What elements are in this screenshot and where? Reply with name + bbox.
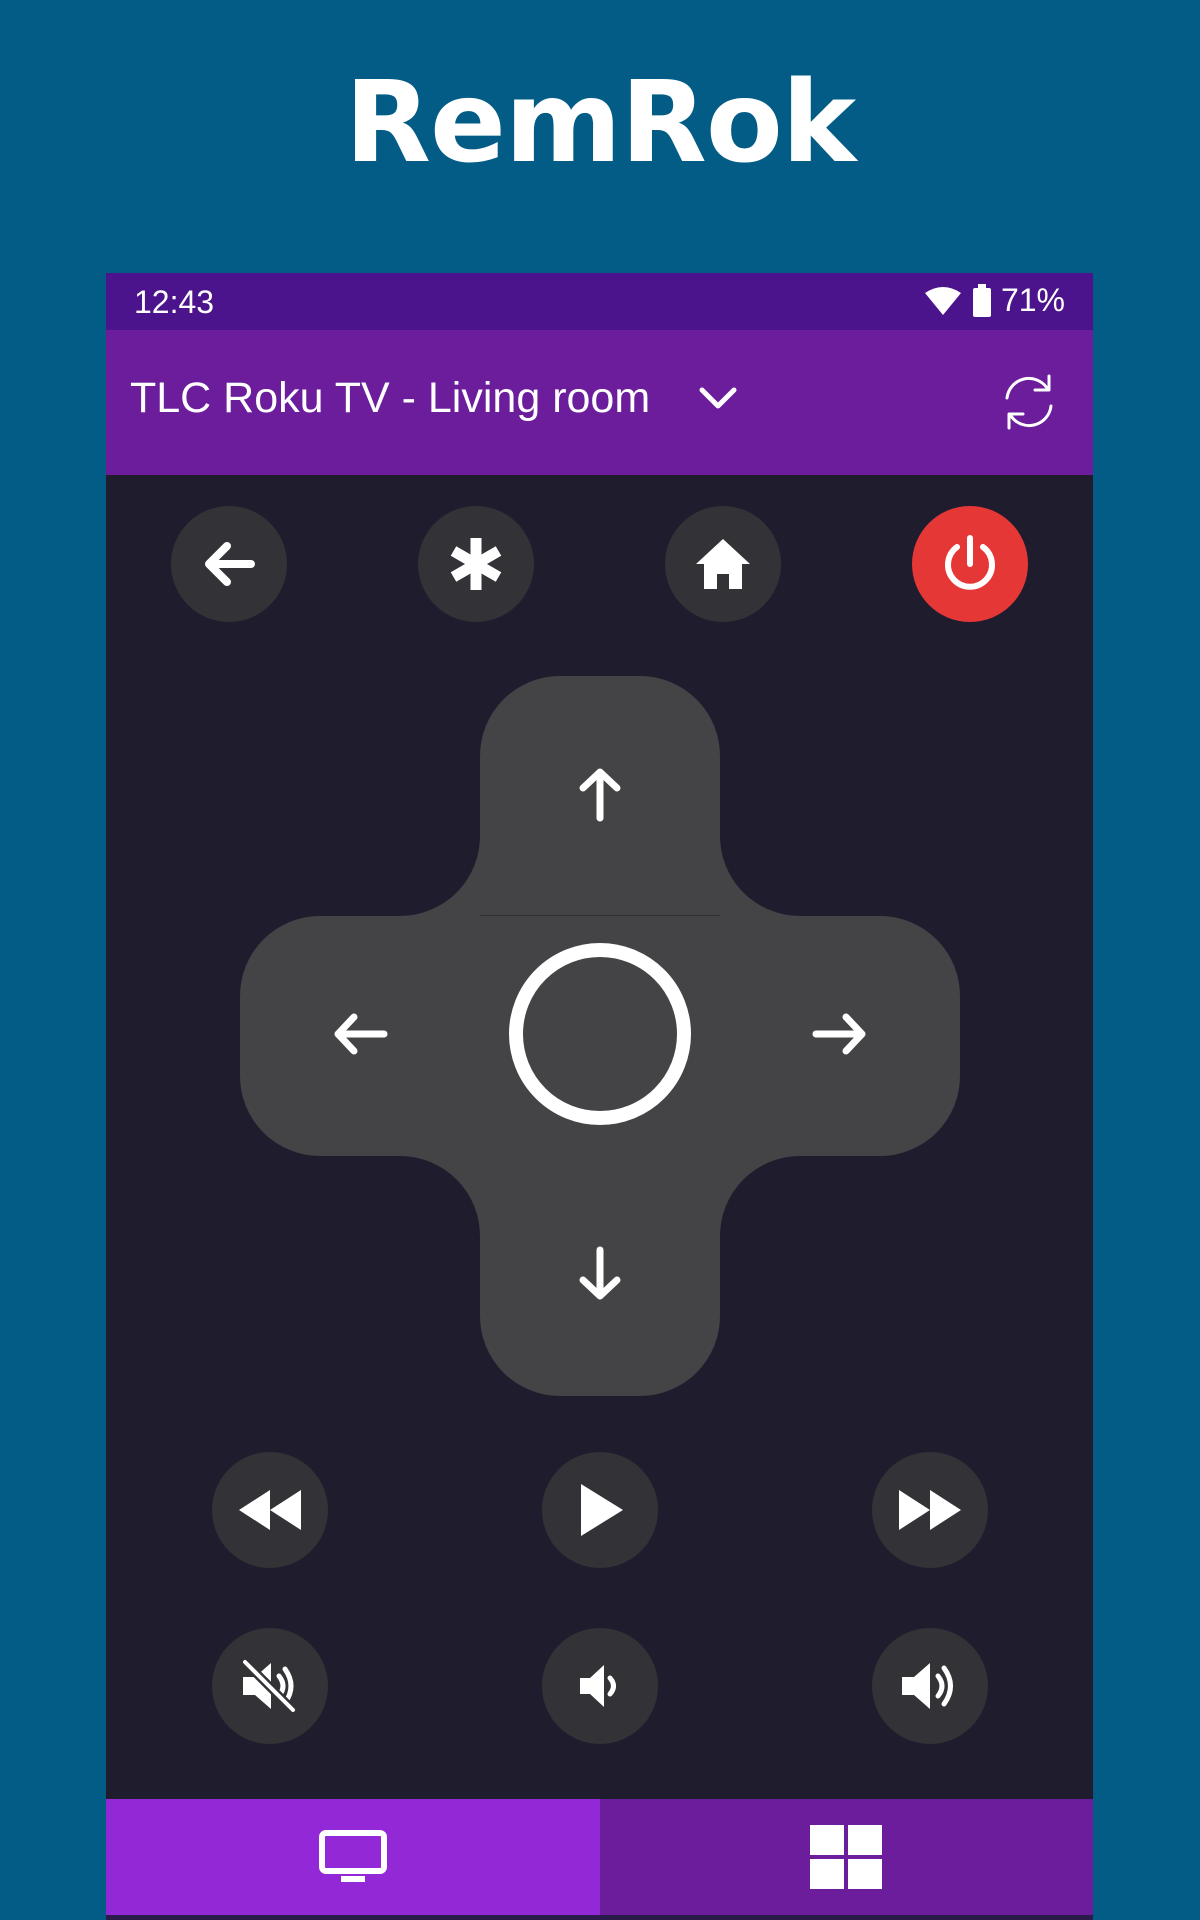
options-button[interactable] <box>418 506 534 622</box>
fast-forward-icon <box>897 1488 963 1532</box>
back-button[interactable] <box>171 506 287 622</box>
home-button[interactable] <box>665 506 781 622</box>
tab-remote[interactable] <box>106 1799 600 1920</box>
left-arrow-icon <box>332 1009 388 1064</box>
bottom-nav <box>106 1799 1093 1920</box>
dpad-left-button[interactable] <box>240 916 480 1156</box>
asterisk-icon <box>446 534 506 594</box>
grid-icon <box>810 1825 883 1894</box>
rewind-button[interactable] <box>212 1452 328 1568</box>
dpad-down-button[interactable] <box>480 1156 720 1396</box>
up-arrow-icon <box>575 766 625 827</box>
ok-circle-icon <box>505 939 695 1134</box>
promo-title: RemRok <box>344 58 857 188</box>
dpad-right-button[interactable] <box>720 916 960 1156</box>
volume-down-icon <box>578 1661 622 1711</box>
play-button[interactable] <box>542 1452 658 1568</box>
app-bar: TLC Roku TV - Living room <box>106 330 1093 475</box>
status-icons: 71% <box>923 282 1065 319</box>
chevron-down-icon <box>698 374 738 423</box>
back-arrow-icon <box>201 540 257 588</box>
mute-button[interactable] <box>212 1628 328 1744</box>
refresh-button[interactable] <box>999 372 1059 432</box>
volume-down-button[interactable] <box>542 1628 658 1744</box>
phone-screen: 12:43 71% TLC Roku TV - Living room <box>106 273 1093 1920</box>
volume-up-icon <box>900 1658 960 1714</box>
tv-icon <box>318 1830 387 1889</box>
device-selector[interactable]: TLC Roku TV - Living room <box>130 374 738 423</box>
device-name: TLC Roku TV - Living room <box>130 374 651 422</box>
down-arrow-icon <box>575 1246 625 1307</box>
battery-percent: 71% <box>1000 282 1065 318</box>
mute-icon <box>239 1658 301 1714</box>
right-arrow-icon <box>812 1009 868 1064</box>
battery-icon <box>971 283 993 318</box>
refresh-icon <box>999 374 1059 436</box>
status-bar: 12:43 71% <box>106 273 1093 330</box>
power-button[interactable] <box>912 506 1028 622</box>
power-icon <box>939 533 1001 595</box>
tab-apps[interactable] <box>599 1799 1093 1920</box>
dpad-up-button[interactable] <box>480 676 720 916</box>
fast-forward-button[interactable] <box>872 1452 988 1568</box>
system-nav-bar <box>106 1915 1093 1920</box>
wifi-icon <box>923 285 963 317</box>
home-icon <box>693 536 753 592</box>
dpad-ok-button[interactable] <box>480 916 720 1156</box>
status-time: 12:43 <box>134 284 215 320</box>
rewind-icon <box>237 1488 303 1532</box>
play-icon <box>575 1482 625 1538</box>
volume-up-button[interactable] <box>872 1628 988 1744</box>
